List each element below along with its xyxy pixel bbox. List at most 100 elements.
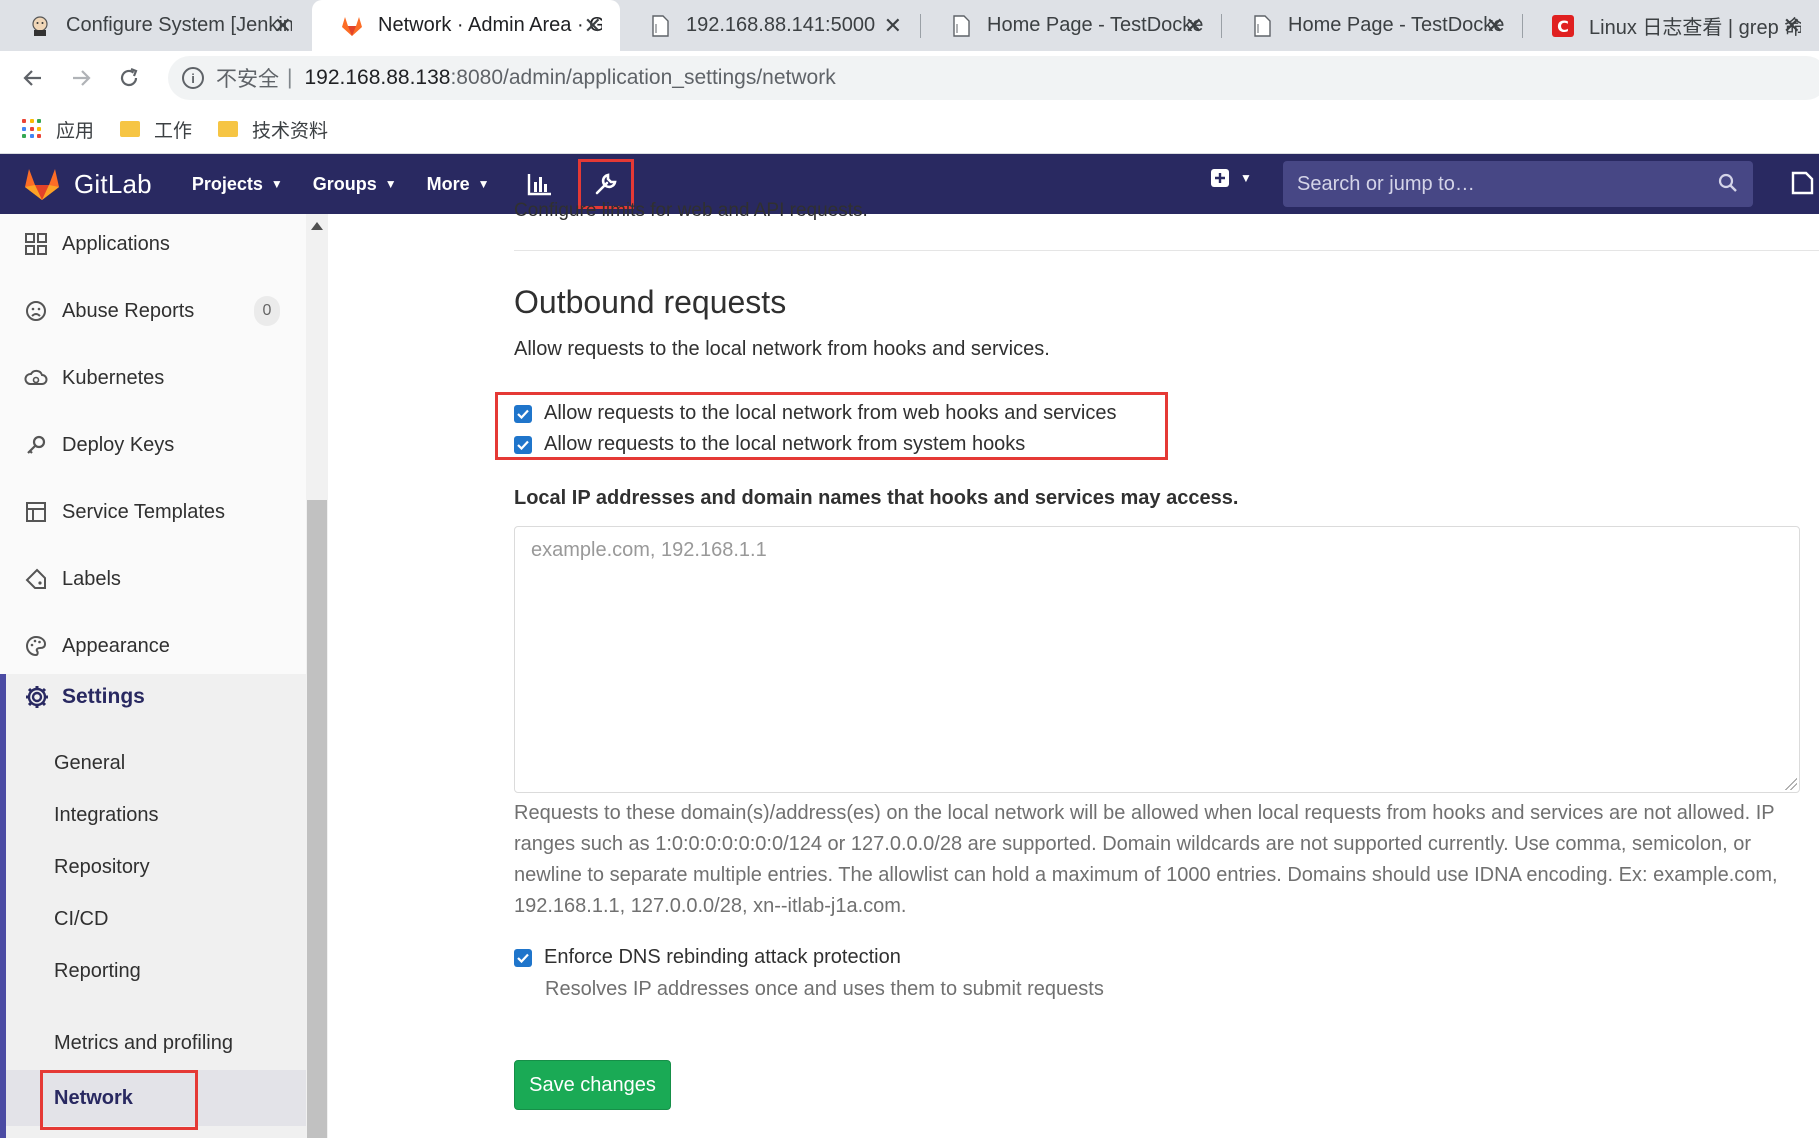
sidebar-item-deploy-keys[interactable]: Deploy Keys xyxy=(0,415,306,475)
sidebar-sub-metrics[interactable]: Metrics and profiling xyxy=(54,1032,233,1055)
nav-groups[interactable]: Groups ▼ xyxy=(313,174,397,195)
url-omnibox[interactable]: i 不安全 | 192.168.88.138:8080/admin/applic… xyxy=(168,56,1819,100)
bookmark-label: 应用 xyxy=(56,120,95,142)
section-description: Allow requests to the local network from… xyxy=(514,338,1050,360)
count-badge: 0 xyxy=(254,296,280,326)
url-host: 192.168.88.138 xyxy=(304,66,451,89)
gitlab-header: GitLab Projects ▼ Groups ▼ More ▼ ▼ Search … xyxy=(0,154,1819,214)
nav-label: More xyxy=(426,173,470,194)
todo-icon[interactable] xyxy=(1790,170,1816,201)
jenkins-icon xyxy=(28,14,52,38)
tab-title: Linux 日志查看 | grep 命令 xyxy=(1589,17,1801,39)
template-icon xyxy=(24,500,48,524)
bookmark-apps[interactable]: 应用 xyxy=(22,116,94,143)
allowlist-label: Local IP addresses and domain names that… xyxy=(514,487,1239,509)
url-separator: | xyxy=(287,66,293,89)
key-icon xyxy=(24,433,48,457)
divider xyxy=(514,250,1819,251)
sidebar-item-service-templates[interactable]: Service Templates xyxy=(0,482,306,542)
dns-help-text: Resolves IP addresses once and uses them… xyxy=(545,978,1104,1000)
sidebar-item-label: Settings xyxy=(62,685,145,708)
gear-icon xyxy=(24,684,50,710)
tab-title: Home Page - TestDocker xyxy=(1288,14,1504,36)
tab-local-5000[interactable]: 192.168.88.141:5000 ✕ xyxy=(620,0,920,51)
sidebar-item-label: Appearance xyxy=(62,634,170,657)
new-dropdown[interactable]: ▼ xyxy=(1210,168,1252,188)
close-icon[interactable]: ✕ xyxy=(584,13,602,39)
close-icon[interactable]: ✕ xyxy=(274,13,292,39)
save-changes-button[interactable]: Save changes xyxy=(514,1060,671,1110)
allowlist-textarea[interactable]: example.com, 192.168.1.1 xyxy=(514,526,1800,793)
address-bar: i 不安全 | 192.168.88.138:8080/admin/applic… xyxy=(0,51,1819,105)
bookmarks-bar: 应用 工作 技术资料 xyxy=(0,105,1819,154)
previous-section-desc: Configure limits for web and API request… xyxy=(514,200,868,221)
checkbox-row-dns[interactable]: Enforce DNS rebinding attack protection xyxy=(514,946,901,969)
csdn-icon: C xyxy=(1551,14,1575,38)
sidebar-item-settings[interactable]: Settings xyxy=(24,684,145,710)
sidebar-sub-reporting[interactable]: Reporting xyxy=(54,960,141,983)
tab-title: Network · Admin Area · GitLab xyxy=(378,14,602,36)
page-icon xyxy=(1250,14,1274,38)
chevron-down-icon: ▼ xyxy=(1240,171,1252,185)
sidebar-item-applications[interactable]: Applications xyxy=(0,214,306,274)
sidebar-item-label: Abuse Reports xyxy=(62,299,195,322)
tab-testdocker-2[interactable]: Home Page - TestDocker ✕ xyxy=(1222,0,1522,51)
checkbox-label: Enforce DNS rebinding attack protection xyxy=(544,946,901,968)
sidebar-item-label: Service Templates xyxy=(62,500,226,523)
sidebar-item-labels[interactable]: Labels xyxy=(0,549,306,609)
sidebar-sub-cicd[interactable]: CI/CD xyxy=(54,908,108,931)
nav-label: Groups xyxy=(312,173,377,194)
chevron-down-icon: ▼ xyxy=(270,177,283,191)
sidebar-sub-general[interactable]: General xyxy=(54,752,125,775)
tab-gitlab-network[interactable]: Network · Admin Area · GitLab ✕ xyxy=(312,0,620,51)
tab-title: Home Page - TestDocker xyxy=(987,14,1203,36)
sidebar-section-settings: Settings xyxy=(0,674,306,1138)
tab-title: 192.168.88.141:5000 xyxy=(686,14,876,36)
close-icon[interactable]: ✕ xyxy=(1486,13,1504,39)
sidebar-item-label: Applications xyxy=(62,232,170,255)
gitlab-home-link[interactable]: GitLab xyxy=(24,167,152,201)
checkbox-dns-rebinding[interactable] xyxy=(514,948,532,967)
sidebar-sub-repository[interactable]: Repository xyxy=(54,856,150,879)
tab-csdn-grep[interactable]: C Linux 日志查看 | grep 命令 ✕ xyxy=(1523,0,1819,51)
close-icon[interactable]: ✕ xyxy=(884,13,902,39)
close-icon[interactable]: ✕ xyxy=(1783,13,1801,39)
admin-sidebar: Applications Abuse Reports 0 Kubernetes … xyxy=(0,214,306,1138)
gitlab-icon xyxy=(340,14,364,38)
gitlab-logo-icon xyxy=(25,169,59,200)
sidebar-item-abuse-reports[interactable]: Abuse Reports 0 xyxy=(0,281,306,341)
info-icon[interactable]: i xyxy=(182,67,204,89)
back-arrow-icon[interactable] xyxy=(16,61,50,95)
tab-testdocker-1[interactable]: Home Page - TestDocker ✕ xyxy=(921,0,1221,51)
close-icon[interactable]: ✕ xyxy=(1185,13,1203,39)
scroll-up-arrow-icon[interactable] xyxy=(311,222,323,230)
sidebar-sub-integrations[interactable]: Integrations xyxy=(54,804,159,827)
search-placeholder: Search or jump to… xyxy=(1297,172,1475,195)
search-icon xyxy=(1718,173,1737,192)
bookmark-work[interactable]: 工作 xyxy=(120,116,192,143)
section-title: Outbound requests xyxy=(514,284,787,320)
nav-more[interactable]: More ▼ xyxy=(427,174,490,195)
bookmark-label: 工作 xyxy=(154,120,193,142)
checkbox-highlight-box xyxy=(495,392,1168,460)
sidebar-item-kubernetes[interactable]: Kubernetes xyxy=(0,348,306,408)
reload-icon[interactable] xyxy=(112,61,146,95)
allowlist-help-text: Requests to these domain(s)/address(es) … xyxy=(514,802,1778,917)
label-icon xyxy=(24,567,48,591)
svg-text:C: C xyxy=(1557,17,1569,36)
activity-chart-icon[interactable] xyxy=(520,164,560,204)
network-highlight-box xyxy=(40,1070,198,1130)
resize-handle-icon[interactable] xyxy=(1785,778,1797,790)
bookmark-tech[interactable]: 技术资料 xyxy=(218,116,328,143)
forward-arrow-icon[interactable] xyxy=(64,61,98,95)
sidebar-item-appearance[interactable]: Appearance xyxy=(0,616,306,676)
tab-jenkins[interactable]: Configure System [Jenkins] ✕ xyxy=(0,0,310,51)
sidebar-scroll-thumb[interactable] xyxy=(307,500,327,1138)
allowlist-placeholder: example.com, 192.168.1.1 xyxy=(531,539,767,561)
nav-projects[interactable]: Projects ▼ xyxy=(192,174,283,195)
search-input[interactable]: Search or jump to… xyxy=(1283,161,1753,207)
nav-label: Projects xyxy=(191,173,263,194)
browser-tab-bar: Configure System [Jenkins] ✕ Network · A… xyxy=(0,0,1819,51)
page-icon xyxy=(648,14,672,38)
kubernetes-icon xyxy=(24,366,48,390)
